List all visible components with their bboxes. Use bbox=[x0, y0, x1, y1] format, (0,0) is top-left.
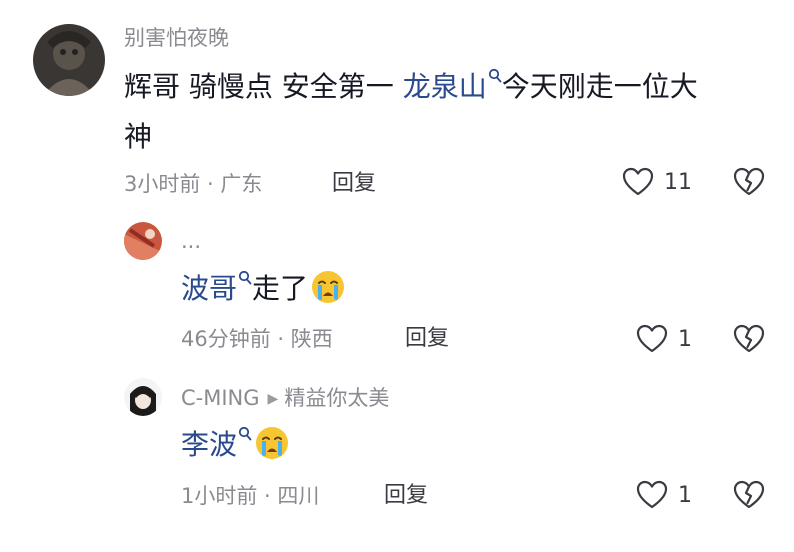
like-count: 11 bbox=[664, 169, 692, 195]
like-button[interactable]: 1 bbox=[636, 480, 692, 510]
heart-icon bbox=[636, 480, 668, 509]
username[interactable]: C-MING bbox=[181, 386, 260, 410]
dislike-button[interactable] bbox=[733, 167, 765, 201]
comment-meta: 3小时前 · 广东 bbox=[124, 171, 262, 197]
search-link[interactable]: 波哥 bbox=[181, 272, 237, 305]
comment-meta: 1小时前 · 四川 bbox=[181, 483, 319, 509]
timestamp: 3小时前 bbox=[124, 172, 201, 196]
comment-text-end: 走了 bbox=[252, 272, 309, 305]
username-line: C-MING ▶ 精益你太美 bbox=[181, 385, 389, 412]
crying-face-emoji bbox=[312, 271, 345, 303]
comment-text: 辉哥 骑慢点 安全第一 龙泉山 今天刚走一位大 神 bbox=[124, 62, 764, 162]
location: 广东 bbox=[220, 172, 263, 196]
avatar[interactable] bbox=[33, 24, 105, 96]
timestamp: 46分钟前 bbox=[181, 327, 271, 351]
reply-button[interactable]: 回复 bbox=[384, 483, 428, 509]
comment-text-line2: 神 bbox=[124, 120, 153, 153]
search-icon[interactable] bbox=[488, 68, 502, 86]
reply-arrow-icon: ▶ bbox=[267, 391, 279, 407]
reply-button[interactable]: 回复 bbox=[405, 326, 449, 352]
avatar[interactable] bbox=[124, 378, 162, 416]
search-link[interactable]: 李波 bbox=[181, 428, 237, 461]
meta-separator: · bbox=[270, 327, 291, 351]
location: 四川 bbox=[277, 484, 320, 508]
meta-separator: · bbox=[257, 484, 278, 508]
reply-button[interactable]: 回复 bbox=[332, 171, 376, 197]
search-link[interactable]: 龙泉山 bbox=[403, 70, 487, 103]
like-button[interactable]: 11 bbox=[622, 167, 692, 197]
heart-icon bbox=[636, 324, 668, 353]
timestamp: 1小时前 bbox=[181, 484, 258, 508]
location: 陕西 bbox=[290, 327, 333, 351]
comment-text-end: 今天刚走一位大 bbox=[501, 70, 698, 103]
meta-separator: · bbox=[200, 172, 221, 196]
search-icon[interactable] bbox=[238, 426, 252, 444]
comment-text: 李波 bbox=[181, 420, 741, 470]
broken-heart-icon bbox=[733, 480, 765, 509]
broken-heart-icon bbox=[733, 167, 765, 196]
heart-icon bbox=[622, 167, 654, 196]
avatar-image bbox=[33, 24, 105, 96]
search-icon[interactable] bbox=[238, 270, 252, 288]
dislike-button[interactable] bbox=[733, 324, 765, 358]
comment-text: 波哥 走了 bbox=[181, 264, 741, 314]
crying-face-emoji bbox=[256, 427, 289, 459]
like-button[interactable]: 1 bbox=[636, 324, 692, 354]
comment-text-start: 辉哥 骑慢点 安全第一 bbox=[124, 70, 403, 103]
dislike-button[interactable] bbox=[733, 480, 765, 514]
avatar-image bbox=[124, 222, 162, 260]
comment-meta: 46分钟前 · 陕西 bbox=[181, 326, 333, 352]
username[interactable]: ... bbox=[181, 228, 201, 254]
username[interactable]: 别害怕夜晚 bbox=[124, 25, 229, 51]
like-count: 1 bbox=[678, 326, 692, 352]
broken-heart-icon bbox=[733, 324, 765, 353]
reply-to-username[interactable]: 精益你太美 bbox=[284, 386, 389, 410]
avatar[interactable] bbox=[124, 222, 162, 260]
avatar-image bbox=[124, 378, 162, 416]
like-count: 1 bbox=[678, 482, 692, 508]
